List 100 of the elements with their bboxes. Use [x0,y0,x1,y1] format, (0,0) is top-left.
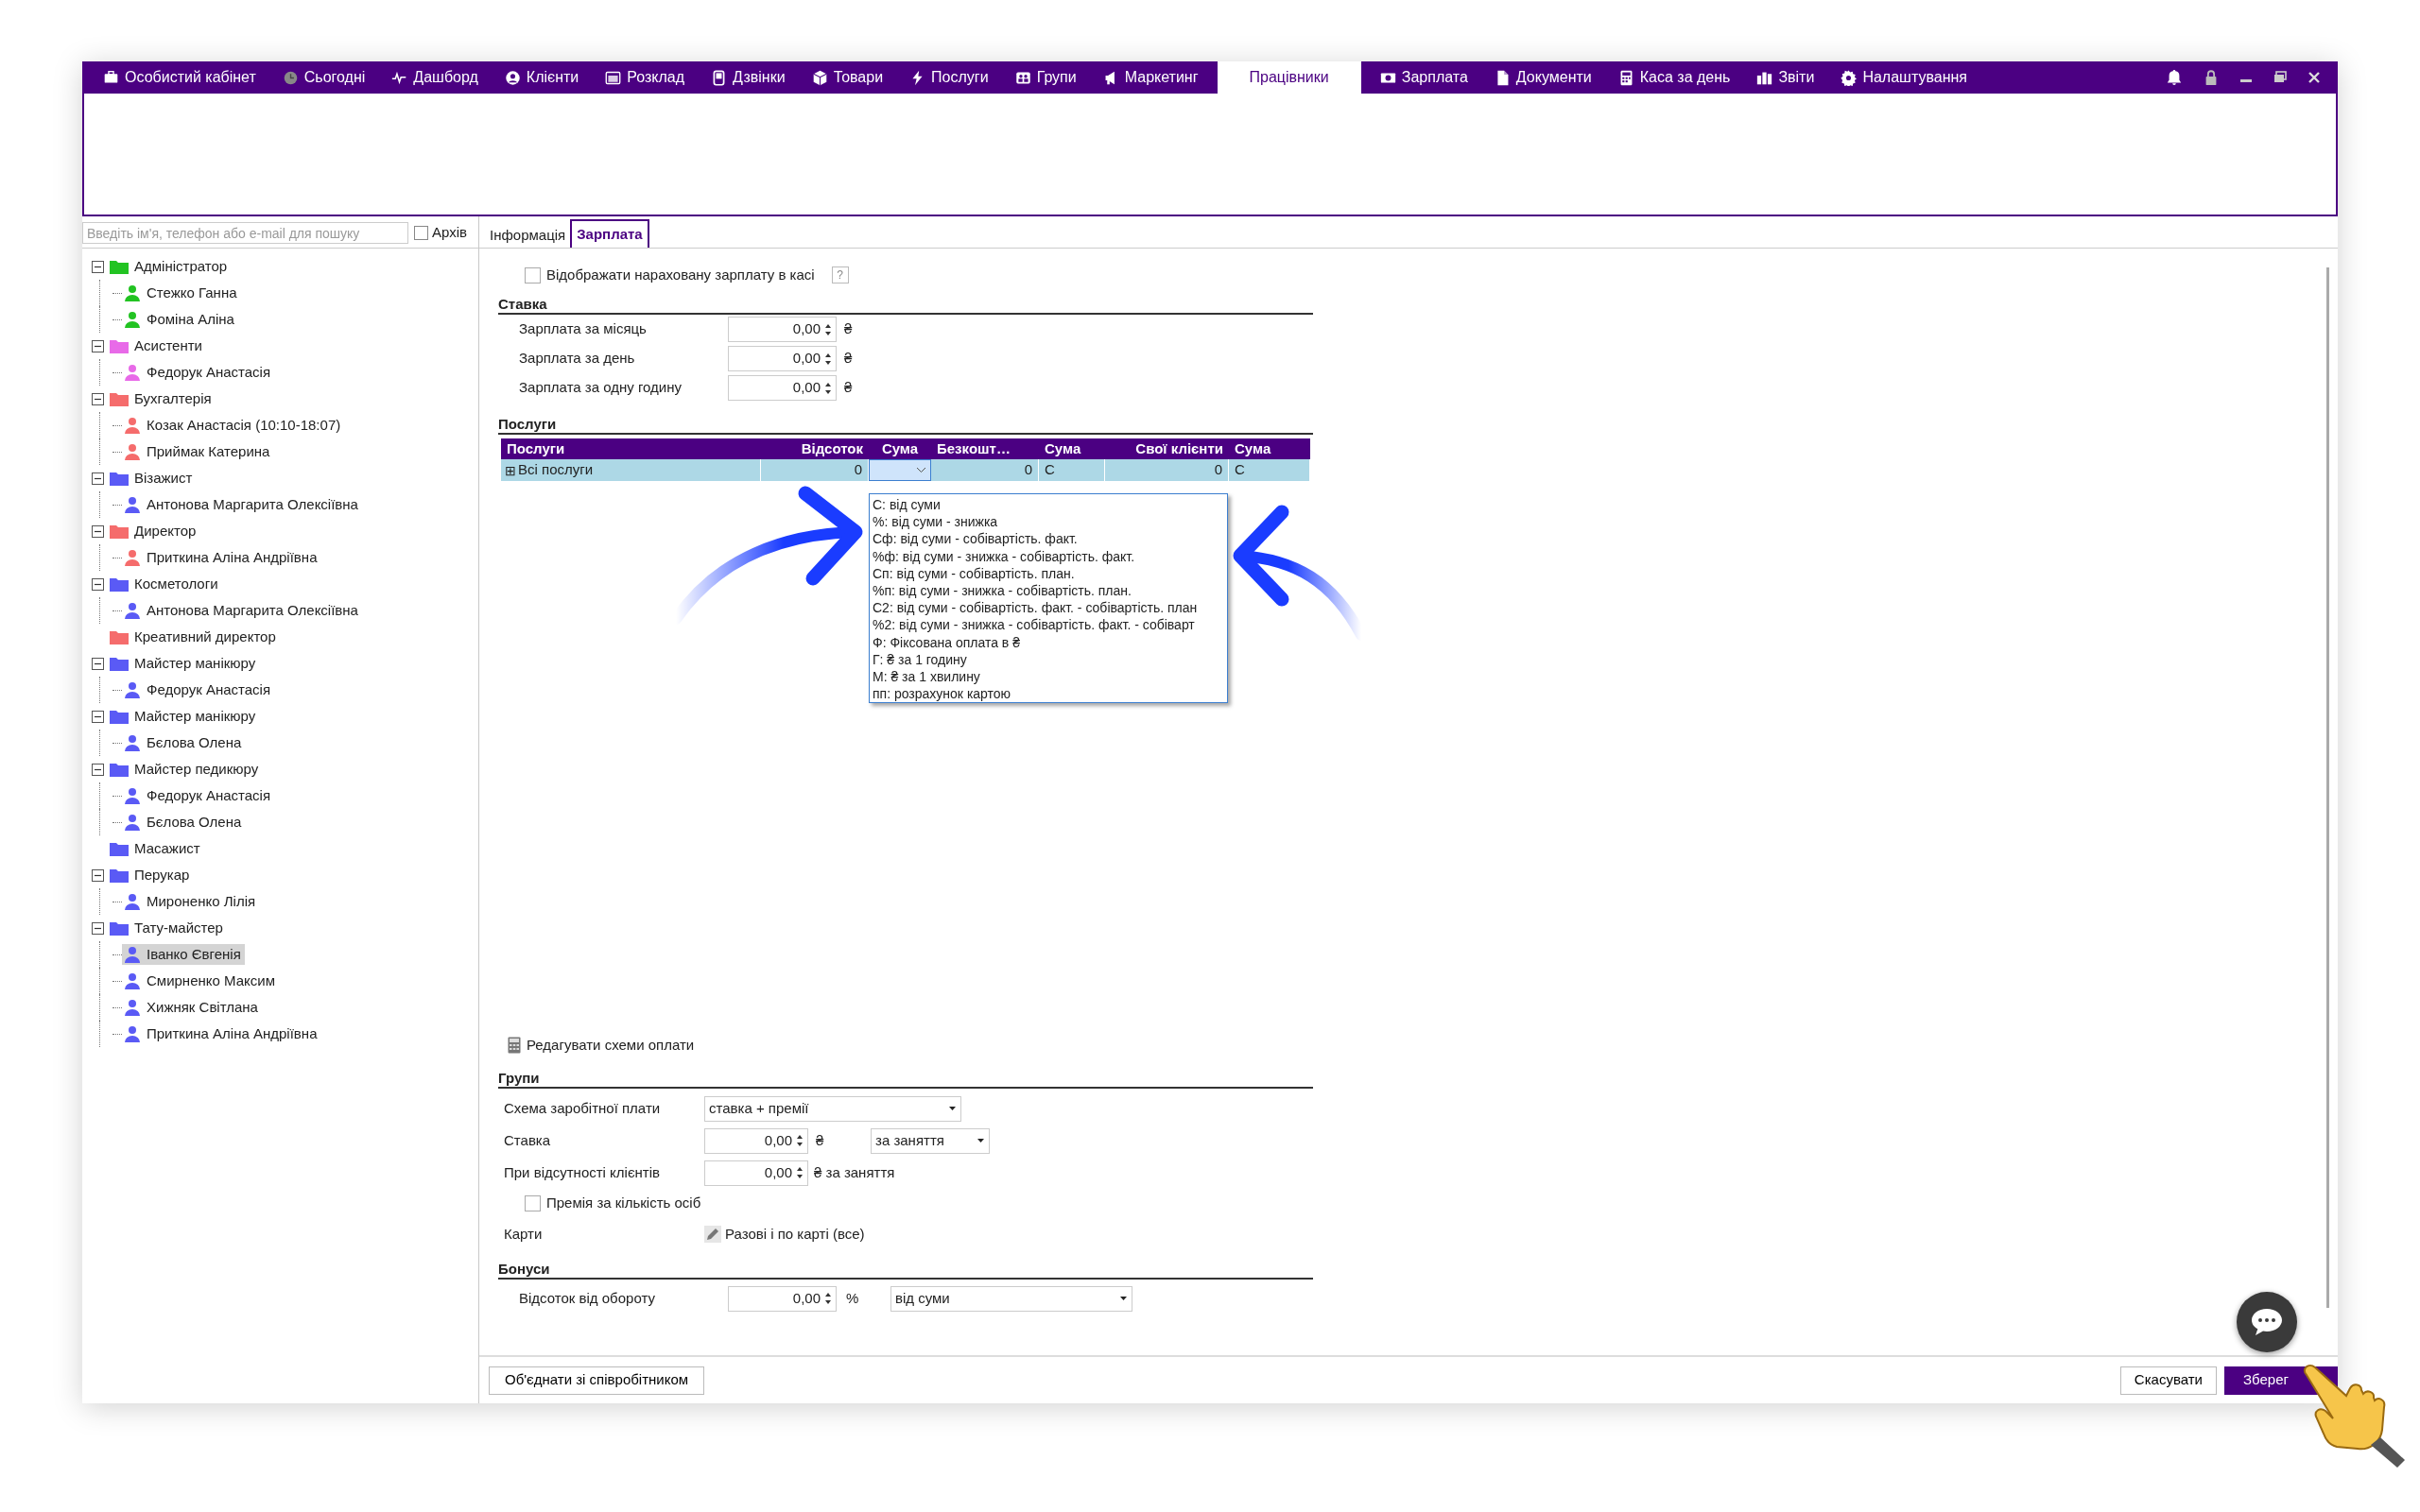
collapse-icon[interactable] [92,710,104,723]
group-label[interactable]: Майстер манікюру [134,705,256,728]
dropdown-option[interactable]: %: від суми - знижка [873,513,998,531]
employee-item[interactable]: Бєлова Олена [122,731,246,754]
lock-icon[interactable] [2204,69,2219,86]
dropdown-option[interactable]: М: ₴ за 1 хвилину [873,668,980,686]
dropdown-option[interactable]: Ф: Фіксована оплата в ₴ [873,633,1020,651]
nav-tab[interactable]: Розклад [592,61,699,94]
employee-item[interactable]: Антонова Маргарита Олексіївна [122,599,362,622]
help-button[interactable]: ? [831,266,849,284]
scrollbar[interactable] [2325,267,2329,1308]
dropdown-option[interactable]: Г: ₴ за 1 годину [873,650,967,669]
spinner-icon[interactable] [796,1165,804,1180]
merge-button[interactable]: Об'єднати зі співробітником [489,1366,705,1395]
group-label[interactable]: Майстер педикюру [134,758,259,781]
group-label[interactable]: Бухгалтерія [134,387,212,410]
tab[interactable]: Зарплата [570,219,649,248]
group-label[interactable]: Візажист [134,467,193,490]
archive-checkbox[interactable]: Архів [414,222,467,244]
nav-tab[interactable]: Працівники [1217,61,1361,94]
number-field[interactable]: 0,00 [728,375,837,401]
group-label[interactable]: Директор [134,520,197,542]
group-label[interactable]: Креативний директор [134,626,276,648]
collapse-icon[interactable] [92,763,104,776]
nav-tab[interactable]: Дзвінки [698,61,799,94]
scheme-dropdown[interactable]: ставка + премії [704,1095,961,1122]
dropdown-option[interactable]: %2: від суми - знижка - собівартість. факт. - собіварт [873,616,1195,634]
bonus-count-checkbox[interactable]: Премія за кількість осіб [525,1192,701,1214]
collapse-icon[interactable] [92,392,104,405]
close-icon[interactable] [2308,71,2321,84]
group-label[interactable]: Адміністратор [134,255,228,278]
employee-item[interactable]: Бєлова Олена [122,811,246,833]
nav-tab[interactable]: Каса за день [1604,61,1744,94]
cards-link[interactable]: Разові і по карті (все) [704,1223,865,1246]
collapse-icon[interactable] [92,868,104,882]
person-icon [124,417,141,434]
collapse-icon[interactable] [92,339,104,352]
collapse-icon[interactable] [92,524,104,538]
dropdown-cell[interactable] [869,459,931,481]
number-field[interactable]: 0,00 [704,1127,808,1154]
group-label[interactable]: Майстер манікюру [134,652,256,675]
show-in-cash-checkbox[interactable]: Відображати нараховану зарплату в касі [525,264,815,286]
group-label[interactable]: Косметологи [134,573,218,595]
group-label[interactable]: Перукар [134,864,190,886]
dropdown-option[interactable]: Сп: від суми - собівартість. план. [873,564,1075,582]
employee-item[interactable]: Федорук Анастасія [122,679,275,701]
group-label[interactable]: Асистенти [134,335,202,357]
number-field[interactable]: 0,00 [728,1285,837,1312]
dropdown-option[interactable]: пп: розрахунок картою [873,685,1011,702]
basis-dropdown[interactable]: від суми [890,1285,1132,1312]
employee-item[interactable]: Федорук Анастасія [122,361,275,384]
spinner-icon[interactable] [824,1291,832,1306]
dropdown-option[interactable]: Сф: від суми - собівартість. факт. [873,530,1078,548]
collapse-icon[interactable] [92,577,104,591]
group-label[interactable]: Тату-майстер [134,917,223,939]
number-field[interactable]: 0,00 [728,346,837,371]
nav-tab[interactable]: Дашборд [378,61,492,94]
bell-icon[interactable] [2166,69,2183,86]
restore-icon[interactable] [2273,71,2287,84]
nav-tab[interactable]: Товари [798,61,897,94]
nav-tab[interactable]: Послуги [896,61,1002,94]
dropdown-option[interactable]: С: від суми [873,496,941,514]
number-field[interactable]: 0,00 [728,317,837,342]
search-field[interactable]: Введіть ім'я, телефон або e-mail для пошуку [82,222,408,244]
group-label[interactable]: Масажист [134,837,200,860]
nav-tab[interactable]: Клієнти [491,61,593,94]
employee-item[interactable]: Фоміна Аліна [122,308,238,331]
edit-schemes-link[interactable]: Редагувати схеми оплати [498,1034,2317,1057]
employee-item[interactable]: Козак Анастасія (10:10-18:07) [122,414,345,437]
dropdown-option[interactable]: %п: від суми - знижка - собівартість. план. [873,582,1132,600]
expand-icon[interactable]: ⊞ [505,463,516,477]
employee-item[interactable]: Хижняк Світлана [122,996,262,1019]
nav-tab[interactable]: Налаштування [1827,61,1980,94]
cancel-button[interactable]: Скасувати [2119,1366,2217,1395]
tab[interactable]: Інформація [485,223,571,248]
collapse-icon[interactable] [92,260,104,273]
employee-item[interactable]: Стежко Ганна [122,282,241,304]
nav-tab[interactable]: Маркетинг [1089,61,1212,94]
employee-item[interactable]: Приймак Катерина [122,440,274,463]
employee-item[interactable]: Федорук Анастасія [122,784,275,807]
employee-item[interactable]: Смирненко Максим [122,970,279,992]
spinner-icon[interactable] [796,1133,804,1148]
employee-item[interactable]: Іванко Євгенія [122,943,245,966]
employee-item[interactable]: Мироненко Лілія [122,890,260,913]
collapse-icon[interactable] [92,657,104,670]
collapse-icon[interactable] [92,921,104,935]
period-dropdown[interactable]: за заняття [871,1127,990,1154]
nav-tab[interactable]: Особистий кабінет [90,61,269,94]
collapse-icon[interactable] [92,472,104,485]
nav-tab[interactable]: Документи [1480,61,1605,94]
employee-item[interactable]: Приткина Аліна Андріївна [122,1022,321,1045]
nav-tab[interactable]: Звіти [1743,61,1828,94]
nav-tab[interactable]: Групи [1001,61,1090,94]
dropdown-option[interactable]: С2: від суми - собівартість. факт. - собівартість. план [873,599,1198,617]
nav-tab[interactable]: Сьогодні [268,61,379,94]
employee-item[interactable]: Антонова Маргарита Олексіївна [122,493,362,516]
employee-item[interactable]: Приткина Аліна Андріївна [122,546,321,569]
nav-tab[interactable]: Зарплата [1366,61,1481,94]
dropdown-option[interactable]: %ф: від суми - знижка - собівартість. факт. [873,547,1135,565]
number-field[interactable]: 0,00 [704,1160,808,1186]
